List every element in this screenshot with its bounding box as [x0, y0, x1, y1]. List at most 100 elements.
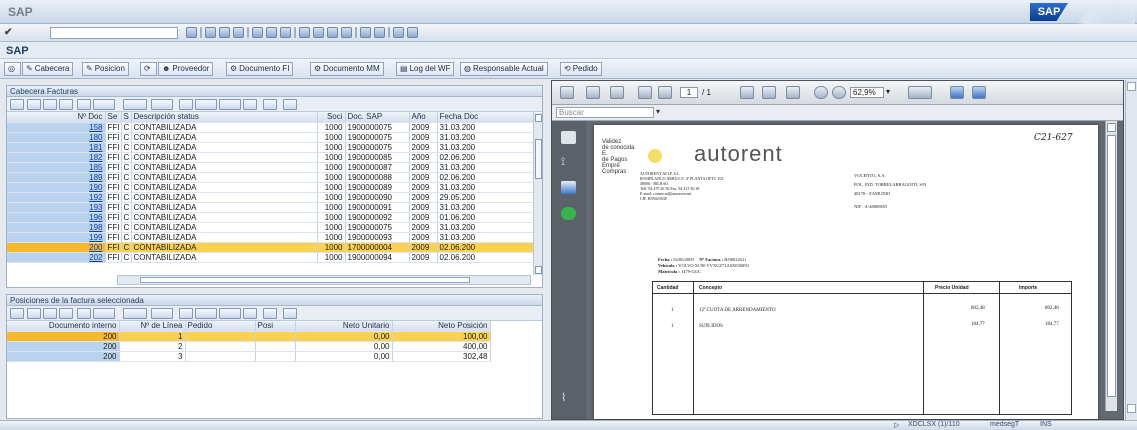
hand-tool-icon[interactable]	[762, 86, 776, 99]
invoice-cell[interactable]: 180	[7, 132, 106, 143]
graphic-icon[interactable]	[263, 308, 277, 319]
zoom-dropdown-icon[interactable]: ▾	[886, 87, 890, 96]
layout-icon[interactable]	[243, 99, 257, 110]
table-row[interactable]: 158 FFI C CONTABILIZADA 1000 1900000075 2009 31…	[7, 122, 534, 133]
pedido-button[interactable]: ⟲ Pedido	[560, 62, 602, 76]
page-number-field[interactable]: 1	[680, 87, 698, 98]
scroll-up-icon[interactable]	[1107, 123, 1116, 132]
next-page-icon[interactable]	[658, 86, 672, 99]
zoom-tool-icon[interactable]	[786, 86, 800, 99]
save-icon[interactable]	[186, 27, 197, 38]
command-field[interactable]	[50, 27, 178, 39]
sum-icon[interactable]	[123, 99, 147, 110]
layout-icon[interactable]	[407, 27, 418, 38]
scroll-up-icon[interactable]	[535, 114, 542, 122]
invoice-col-header[interactable]: Soci	[317, 112, 346, 123]
print-icon[interactable]	[179, 308, 193, 319]
table-row[interactable]: 182 FFI C CONTABILIZADA 1000 1900000085 2009 02…	[7, 152, 534, 163]
invoice-cell[interactable]: 196	[7, 212, 106, 223]
invoice-col-header[interactable]: Descripción status	[131, 112, 318, 123]
table-row[interactable]: 185 FFI C CONTABILIZADA 1000 1900000087 2009 31…	[7, 162, 534, 173]
table-row[interactable]: 200 3 0,00 302,48	[7, 351, 491, 362]
invoice-cell[interactable]: 198	[7, 222, 106, 233]
item-col-header[interactable]: Documento interno	[7, 321, 120, 332]
invoice-cell[interactable]: 192	[7, 192, 106, 203]
enter-icon[interactable]: ✔	[4, 27, 16, 39]
shortcut-icon[interactable]	[374, 27, 385, 38]
item-col-header[interactable]: Neto Unitario	[295, 321, 393, 332]
pages-icon[interactable]	[561, 131, 576, 144]
next-page-icon[interactable]	[327, 27, 338, 38]
sort-asc-icon[interactable]	[27, 308, 41, 319]
search-dropdown-icon[interactable]: ▾	[656, 107, 660, 116]
invoice-cell[interactable]: 158	[7, 122, 106, 133]
sum-icon[interactable]	[123, 308, 147, 319]
select-tool-icon[interactable]	[740, 86, 754, 99]
sort-desc-icon[interactable]	[43, 99, 57, 110]
cancel-icon[interactable]	[233, 27, 244, 38]
find-icon[interactable]	[266, 27, 277, 38]
item-col-header[interactable]: Nº de Línea	[119, 321, 186, 332]
invoice-col-header[interactable]: Fecha Doc	[437, 112, 534, 123]
export-icon[interactable]	[219, 308, 241, 319]
status-triangle-icon[interactable]: ▷	[894, 421, 899, 429]
graphic-icon[interactable]	[263, 99, 277, 110]
filter-disabled-icon[interactable]	[77, 308, 91, 319]
new-session-icon[interactable]	[360, 27, 371, 38]
display-button[interactable]: ◎	[4, 62, 21, 76]
details-icon[interactable]	[10, 99, 24, 110]
print-icon[interactable]	[560, 86, 574, 99]
views-icon[interactable]	[195, 308, 217, 319]
table-row[interactable]: 192 FFI C CONTABILIZADA 1000 1900000090 2009 29…	[7, 192, 534, 203]
proveedor-button[interactable]: ☻ Proveedor	[158, 62, 214, 76]
outer-vertical-scrollbar[interactable]	[1125, 80, 1137, 420]
refresh-button[interactable]: ⟳	[140, 62, 157, 76]
find-icon[interactable]	[59, 308, 73, 319]
vertical-scrollbar[interactable]	[533, 113, 542, 275]
attachments-icon[interactable]: ⟟	[561, 156, 576, 169]
item-col-header[interactable]: Posi	[255, 321, 296, 332]
filter-icon[interactable]	[93, 308, 115, 319]
responsable-button[interactable]: ◍ Responsable Actual	[460, 62, 548, 76]
paperclip-icon[interactable]: ⌇	[561, 391, 576, 404]
documento-mm-button[interactable]: ⚙ Documento MM	[310, 62, 384, 76]
pdf-scroll-thumb[interactable]	[1107, 135, 1116, 397]
invoice-cell[interactable]: 190	[7, 182, 106, 193]
table-row[interactable]: 202 FFI C CONTABILIZADA 1000 1900000094 2009 02…	[7, 252, 534, 263]
prev-page-icon[interactable]	[638, 86, 652, 99]
scroll-down-icon[interactable]	[1127, 404, 1136, 413]
invoice-cell[interactable]: 182	[7, 152, 106, 163]
table-row[interactable]: 200 FFI C CONTABILIZADA 1000 1700000004 2009 02…	[7, 242, 534, 253]
horizontal-scrollbar[interactable]	[117, 275, 531, 285]
print-icon[interactable]	[179, 99, 193, 110]
scroll-down-icon[interactable]	[535, 266, 542, 274]
details-icon[interactable]	[10, 308, 24, 319]
find-icon[interactable]	[59, 99, 73, 110]
invoice-cell[interactable]: 200	[7, 242, 106, 253]
zoom-out-icon[interactable]	[814, 86, 828, 99]
cabecera-button[interactable]: ✎ Cabecera	[22, 62, 74, 76]
first-page-icon[interactable]	[299, 27, 310, 38]
find-next-icon[interactable]	[280, 27, 291, 38]
table-row[interactable]: 180 FFI C CONTABILIZADA 1000 1900000075 2009 31…	[7, 132, 534, 143]
last-page-icon[interactable]	[341, 27, 352, 38]
table-row[interactable]: 198 FFI C CONTABILIZADA 1000 1900000075 2009 31…	[7, 222, 534, 233]
scroll-thumb[interactable]	[535, 139, 542, 179]
layout-icon[interactable]	[243, 308, 257, 319]
item-col-header[interactable]: Pedido	[185, 321, 256, 332]
zoom-in-icon[interactable]	[832, 86, 846, 99]
invoice-cell[interactable]: 185	[7, 162, 106, 173]
invoice-cell[interactable]: 181	[7, 142, 106, 153]
table-row[interactable]: 181 FFI C CONTABILIZADA 1000 1900000075 2009 31…	[7, 142, 534, 153]
pdf-search-input[interactable]: Buscar	[556, 107, 654, 118]
comment-icon[interactable]	[561, 181, 576, 194]
fit-window-icon[interactable]	[972, 86, 986, 99]
invoice-col-header[interactable]: Nº Doc	[7, 112, 106, 123]
views-icon[interactable]	[195, 99, 217, 110]
table-row[interactable]: 193 FFI C CONTABILIZADA 1000 1900000091 2009 31…	[7, 202, 534, 213]
signature-panel-icon[interactable]	[561, 207, 576, 220]
filter-disabled-icon[interactable]	[77, 99, 91, 110]
zoom-field[interactable]: 62,9%	[850, 87, 884, 98]
subtotal-icon[interactable]	[151, 308, 173, 319]
print-icon[interactable]	[252, 27, 263, 38]
